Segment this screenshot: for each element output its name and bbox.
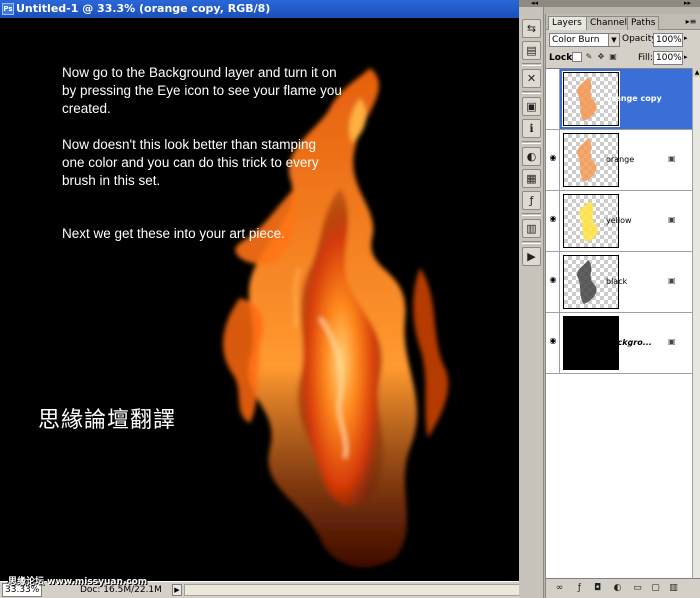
chevron-down-icon[interactable]: ▼ <box>608 34 619 46</box>
document-title: Untitled-1 @ 33.3% (orange copy, RGB/8) <box>16 2 271 15</box>
visibility-toggle[interactable] <box>546 69 560 129</box>
layer-name[interactable]: orange <box>606 155 634 164</box>
fill-slider-arrow-icon[interactable]: ▸ <box>684 53 688 61</box>
visibility-toggle[interactable]: ◉ <box>546 130 560 190</box>
scroll-up-icon[interactable]: ▲ <box>693 68 700 77</box>
tutorial-paragraph-1: Now go to the Background layer and turn … <box>62 65 342 116</box>
layers-list: orange copy ◉ orange ▣ ◉ yellow ▣ ◉ blac… <box>546 68 692 578</box>
tool-strip-divider <box>522 213 541 216</box>
tool-strip-divider <box>522 141 541 144</box>
tutorial-paragraph-3: Next we get these into your art piece. <box>62 226 285 241</box>
dock-header-strip[interactable] <box>519 0 700 7</box>
layer-name[interactable]: orange copy <box>606 94 662 103</box>
eye-icon[interactable]: ◉ <box>548 276 558 284</box>
visibility-toggle[interactable]: ◉ <box>546 313 560 373</box>
lock-image-pixels-icon[interactable]: ✎ <box>584 52 594 62</box>
vertical-scrollbar[interactable]: ▲ <box>692 68 700 578</box>
lock-icon: ▣ <box>668 154 676 163</box>
panel-menu-icon[interactable]: ▸≡ <box>685 17 697 27</box>
layer-name[interactable]: Backgro... <box>606 338 652 347</box>
layers-panel: Layers × Channels Paths ▸≡ Color Burn ▼ … <box>545 14 700 598</box>
styles-icon[interactable]: ƒ <box>522 191 541 210</box>
blend-mode-select[interactable]: Color Burn ▼ <box>549 33 620 47</box>
eye-icon[interactable]: ◉ <box>548 215 558 223</box>
layer-mask-icon[interactable]: ◘ <box>592 583 603 594</box>
layer-row[interactable]: ◉ black ▣ <box>546 252 692 313</box>
layer-name[interactable]: yellow <box>606 216 632 225</box>
dock-collapse-right-icon[interactable]: ▸▸ <box>684 0 691 7</box>
layer-row[interactable]: orange copy <box>546 69 692 130</box>
brushes-icon[interactable]: ✕ <box>522 69 541 88</box>
eye-icon[interactable]: ◉ <box>548 154 558 162</box>
history-icon[interactable]: ▥ <box>522 219 541 238</box>
tool-strip-divider <box>522 63 541 66</box>
horizontal-scrollbar[interactable] <box>184 584 539 596</box>
layer-style-icon[interactable]: ƒ <box>574 583 585 594</box>
new-group-icon[interactable]: ▭ <box>632 583 643 594</box>
collapsed-panel-strip: ⇆ ▤ ✕ ▣ ℹ ◐ ▦ ƒ ▥ ▶ <box>519 7 544 598</box>
swatches-icon[interactable]: ▦ <box>522 169 541 188</box>
visibility-toggle[interactable]: ◉ <box>546 252 560 312</box>
new-layer-icon[interactable]: ▢ <box>650 583 661 594</box>
tab-paths[interactable]: Paths <box>627 16 660 30</box>
tool-strip-divider <box>522 241 541 244</box>
layer-row[interactable]: ◉ yellow ▣ <box>546 191 692 252</box>
document-title-bar[interactable]: Ps Untitled-1 @ 33.3% (orange copy, RGB/… <box>0 0 543 18</box>
document-canvas[interactable]: Now go to the Background layer and turn … <box>0 18 543 581</box>
eye-icon[interactable]: ◉ <box>548 337 558 345</box>
link-layers-icon[interactable]: ∞ <box>554 583 565 594</box>
layer-row[interactable]: ◉ orange ▣ <box>546 130 692 191</box>
actions-icon[interactable]: ▶ <box>522 247 541 266</box>
fill-field[interactable]: 100% <box>653 51 683 65</box>
lock-icon: ▣ <box>668 276 676 285</box>
lock-icon: ▣ <box>668 337 676 346</box>
opacity-field[interactable]: 100% <box>653 33 683 47</box>
dock-collapse-left-icon[interactable]: ◂◂ <box>531 0 538 7</box>
lock-icon: ▣ <box>668 215 676 224</box>
layer-row[interactable]: ◉ Backgro... ▣ <box>546 313 692 374</box>
tool-presets-icon[interactable]: ▣ <box>522 97 541 116</box>
photoshop-app-icon: Ps <box>2 3 14 15</box>
tutorial-paragraph-2: Now doesn't this look better than stampi… <box>62 137 319 188</box>
panel-tab-bar: Layers × Channels Paths ▸≡ <box>546 14 700 30</box>
histogram-icon[interactable]: ▤ <box>522 41 541 60</box>
tool-strip-divider <box>522 91 541 94</box>
lock-all-icon[interactable]: ▣ <box>608 52 618 62</box>
status-menu-arrow-icon[interactable]: ▶ <box>172 584 182 596</box>
fill-label: Fill: <box>638 53 654 63</box>
site-watermark: 思缘论坛 www.missyuan.com <box>8 577 148 587</box>
info-icon[interactable]: ℹ <box>522 119 541 138</box>
opacity-slider-arrow-icon[interactable]: ▸ <box>684 34 688 42</box>
color-icon[interactable]: ◐ <box>522 147 541 166</box>
adjustment-layer-icon[interactable]: ◐ <box>612 583 623 594</box>
visibility-toggle[interactable]: ◉ <box>546 191 560 251</box>
lock-position-icon[interactable]: ✥ <box>596 52 606 62</box>
lock-transparent-pixels-checkbox[interactable] <box>572 52 582 62</box>
blend-mode-value: Color Burn <box>552 35 600 45</box>
layers-panel-footer: ∞ ƒ ◘ ◐ ▭ ▢ ▥ <box>546 578 700 598</box>
layer-name[interactable]: black <box>606 277 627 286</box>
delete-layer-icon[interactable]: ▥ <box>668 583 679 594</box>
navigator-icon[interactable]: ⇆ <box>522 19 541 38</box>
document-window: Ps Untitled-1 @ 33.3% (orange copy, RGB/… <box>0 0 543 598</box>
chinese-watermark: 思緣論壇翻譯 <box>38 408 177 433</box>
